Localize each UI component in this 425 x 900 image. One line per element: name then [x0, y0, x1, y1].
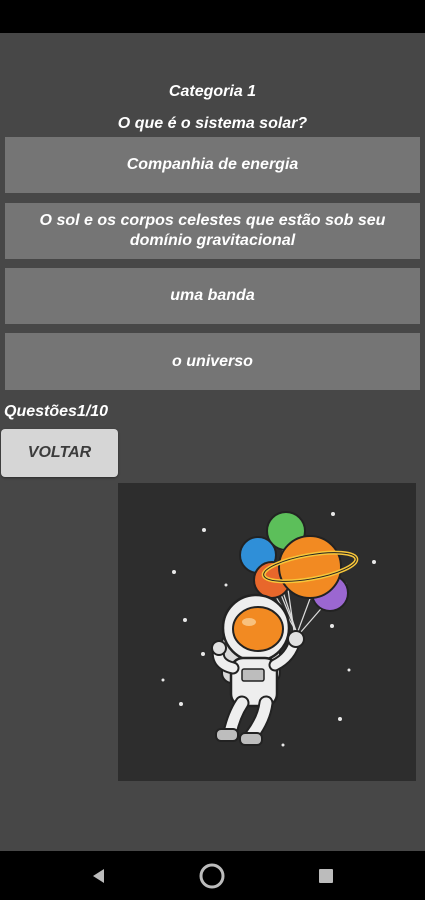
astronaut-with-planet-balloons-icon	[161, 511, 376, 747]
question-text: O que é o sistema solar?	[117, 115, 308, 132]
navigation-bar	[0, 851, 425, 900]
back-icon	[93, 868, 104, 883]
answer-option-1[interactable]: Companhia de energia	[5, 137, 420, 193]
nav-recents-button[interactable]	[302, 851, 350, 900]
category-title: Categoria 1	[168, 83, 257, 100]
answer-option-4[interactable]: o universo	[5, 333, 420, 390]
quiz-screen: Categoria 1 O que é o sistema solar? Com…	[0, 33, 425, 851]
status-bar	[0, 0, 425, 33]
nav-back-button[interactable]	[75, 851, 123, 900]
answer-option-2[interactable]: O sol e os corpos celestes que estão sob…	[5, 203, 420, 259]
back-button[interactable]: VOLTAR	[1, 429, 118, 477]
nav-home-button[interactable]	[188, 851, 236, 900]
question-counter: Questões1/10	[4, 403, 109, 420]
answer-option-3[interactable]: uma banda	[5, 268, 420, 324]
astronaut-illustration	[118, 483, 416, 781]
home-icon	[199, 863, 225, 888]
recents-icon	[319, 868, 333, 883]
